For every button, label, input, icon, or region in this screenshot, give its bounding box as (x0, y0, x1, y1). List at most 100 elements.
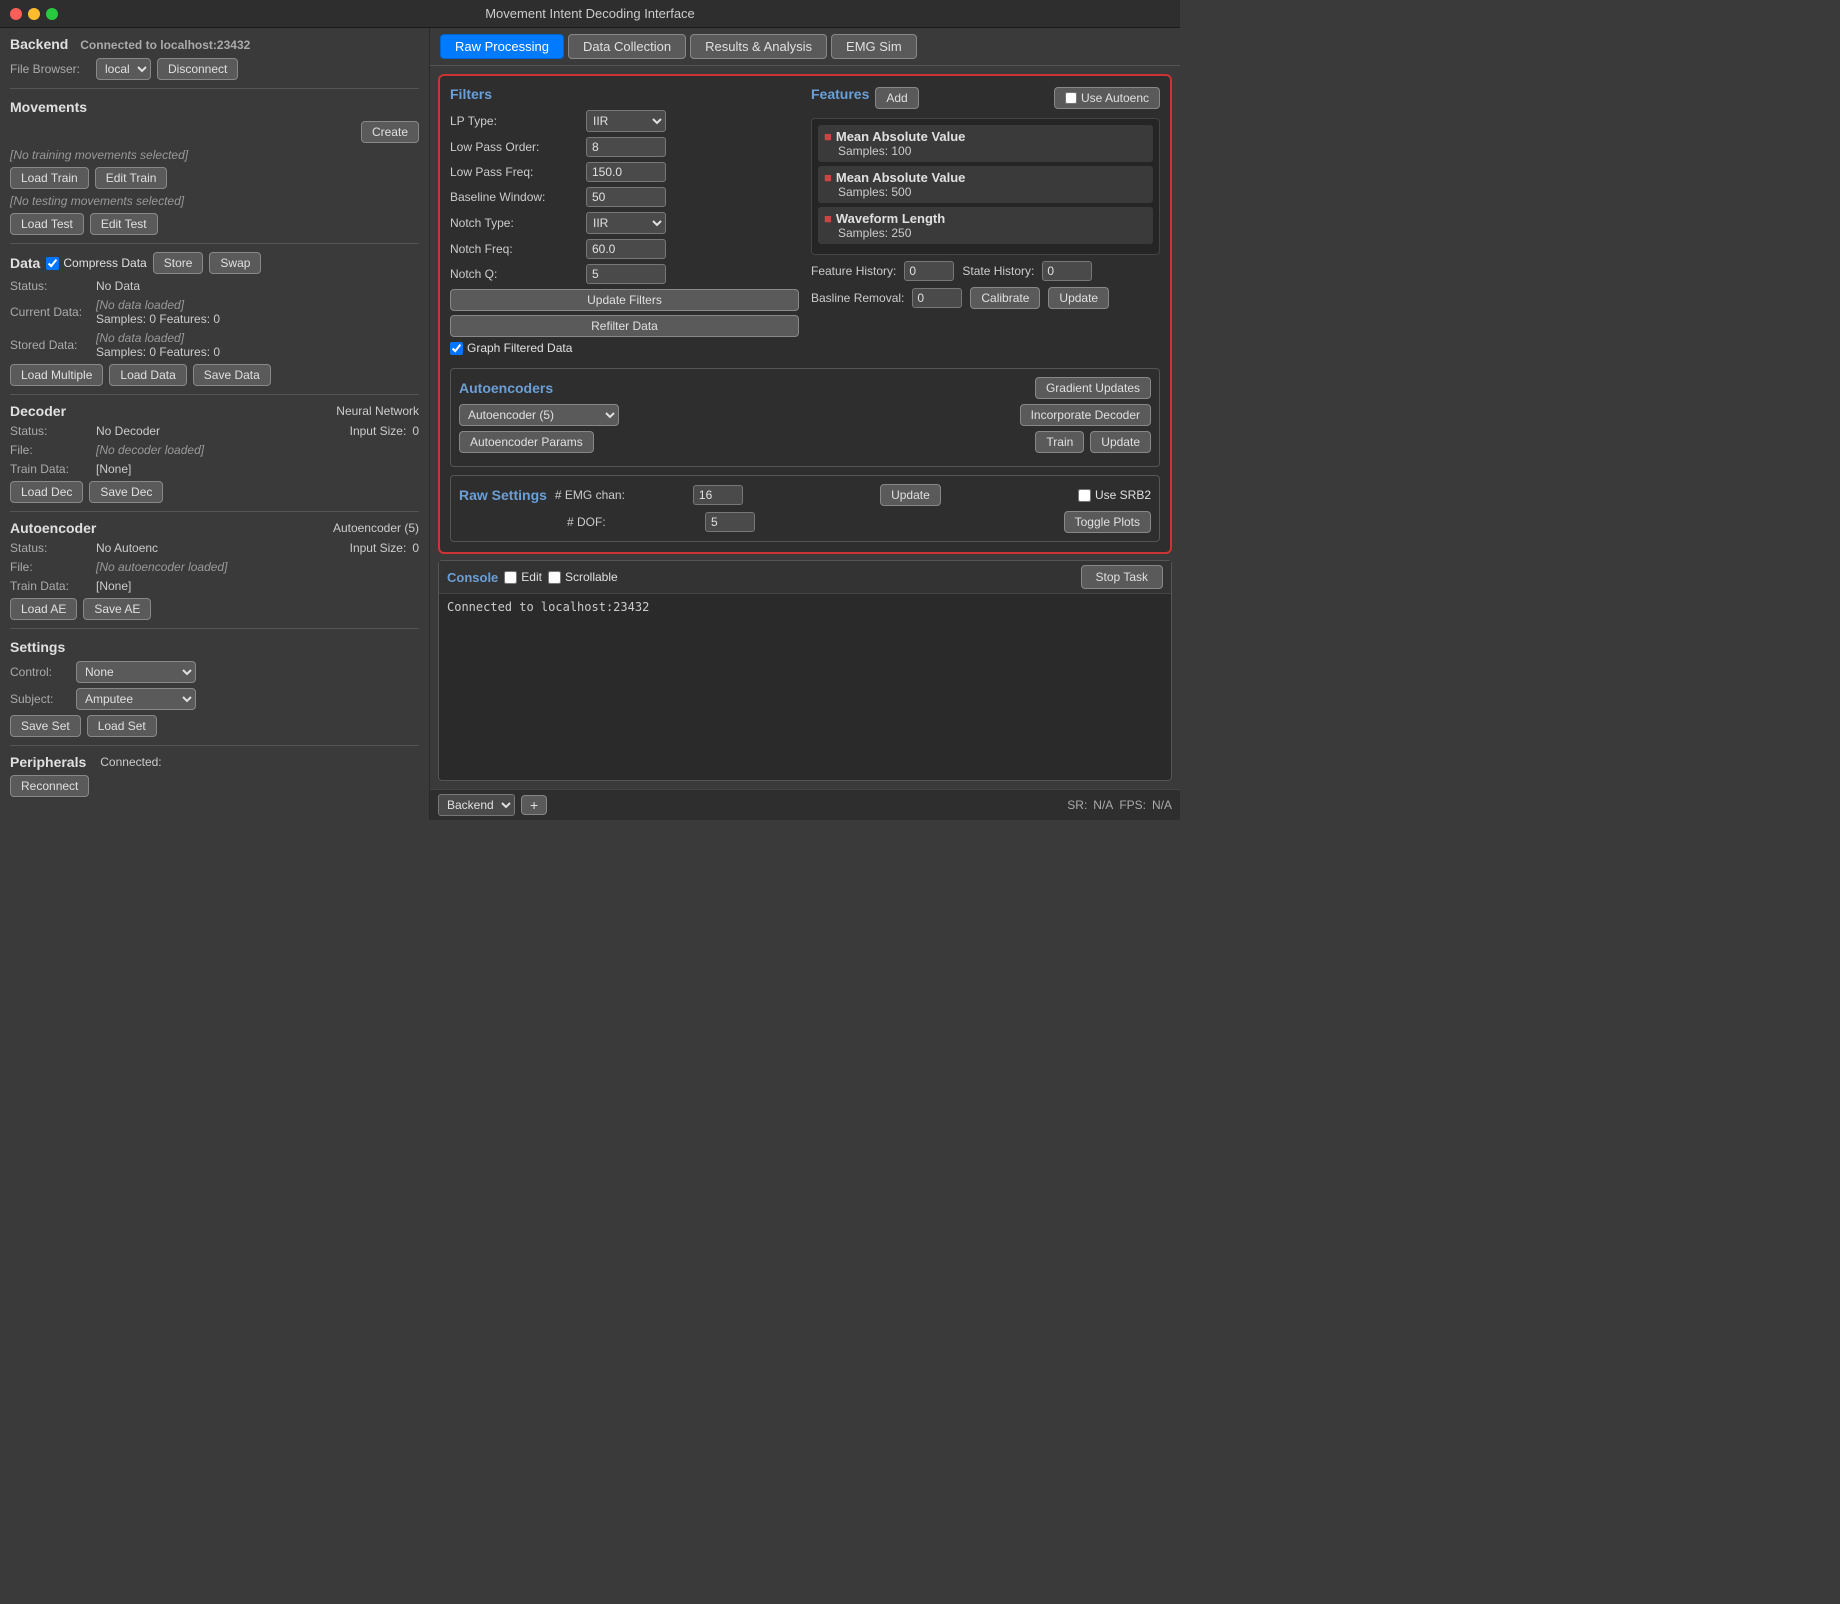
raw-update-button[interactable]: Update (880, 484, 941, 506)
minimize-button[interactable] (28, 8, 40, 20)
dof-input[interactable] (705, 512, 755, 532)
history-row: Feature History: State History: (811, 261, 1160, 281)
console-content: Connected to localhost:23432 (447, 600, 649, 614)
file-browser-select[interactable]: local (96, 58, 151, 80)
backend-status-select[interactable]: Backend (438, 794, 515, 816)
ae-update-button[interactable]: Update (1090, 431, 1151, 453)
autoencoders-section: Autoencoders Gradient Updates Autoencode… (450, 368, 1160, 467)
state-history-label: State History: (962, 264, 1034, 278)
save-ae-button[interactable]: Save AE (83, 598, 151, 620)
load-data-button[interactable]: Load Data (109, 364, 186, 386)
console-header: Console Edit Scrollable Stop Task (439, 561, 1171, 594)
edit-label[interactable]: Edit (504, 570, 542, 584)
lp-freq-label: Low Pass Freq: (450, 165, 580, 179)
save-data-button[interactable]: Save Data (193, 364, 271, 386)
ae-train-button[interactable]: Train (1035, 431, 1084, 453)
incorporate-decoder-button[interactable]: Incorporate Decoder (1020, 404, 1151, 426)
use-autoenc-checkbox[interactable] (1065, 92, 1077, 104)
save-set-button[interactable]: Save Set (10, 715, 81, 737)
add-feature-button[interactable]: Add (875, 87, 918, 109)
stop-task-button[interactable]: Stop Task (1081, 565, 1163, 589)
compress-data-checkbox[interactable] (46, 257, 59, 270)
close-button[interactable] (10, 8, 22, 20)
decoder-file-value: [No decoder loaded] (96, 443, 204, 457)
add-tab-button[interactable]: + (521, 795, 547, 815)
notch-q-input[interactable] (586, 264, 666, 284)
baseline-input[interactable] (586, 187, 666, 207)
edit-checkbox[interactable] (504, 571, 517, 584)
graph-filtered-label[interactable]: Graph Filtered Data (450, 341, 572, 355)
ae-select[interactable]: Autoencoder (5) (459, 404, 619, 426)
emg-chan-input[interactable] (693, 485, 743, 505)
sr-label: SR: (1067, 798, 1087, 812)
maximize-button[interactable] (46, 8, 58, 20)
lp-order-input[interactable] (586, 137, 666, 157)
edit-train-button[interactable]: Edit Train (95, 167, 168, 189)
backend-section-header: Backend Connected to localhost:23432 (10, 36, 419, 52)
feature-minus-1[interactable]: ■ (824, 129, 832, 144)
lp-type-select[interactable]: IIR (586, 110, 666, 132)
reconnect-button[interactable]: Reconnect (10, 775, 89, 797)
load-test-button[interactable]: Load Test (10, 213, 84, 235)
create-button[interactable]: Create (361, 121, 419, 143)
feature-minus-2[interactable]: ■ (824, 170, 832, 185)
load-multiple-button[interactable]: Load Multiple (10, 364, 103, 386)
store-button[interactable]: Store (153, 252, 204, 274)
swap-button[interactable]: Swap (209, 252, 261, 274)
graph-filtered-checkbox[interactable] (450, 342, 463, 355)
feature-name-2: Mean Absolute Value (836, 170, 966, 185)
feature-history-input[interactable] (904, 261, 954, 281)
ae-train-row: Train Data: [None] (10, 579, 419, 593)
calibrate-button[interactable]: Calibrate (970, 287, 1040, 309)
filters-features-row: Filters LP Type: IIR Low Pass Order: (450, 86, 1160, 360)
features-area: ■Mean Absolute Value Samples: 100 ■Mean … (811, 118, 1160, 255)
update-filters-button[interactable]: Update Filters (450, 289, 799, 311)
notch-type-label: Notch Type: (450, 216, 580, 230)
features-update-button[interactable]: Update (1048, 287, 1109, 309)
refilter-data-button[interactable]: Refilter Data (450, 315, 799, 337)
decoder-section-header: Decoder (10, 403, 66, 419)
use-srb2-checkbox[interactable] (1078, 489, 1091, 502)
lp-freq-row: Low Pass Freq: (450, 162, 799, 182)
notch-type-select[interactable]: IIR (586, 212, 666, 234)
data-load-row: Load Multiple Load Data Save Data (10, 364, 419, 386)
save-dec-button[interactable]: Save Dec (89, 481, 163, 503)
state-history-input[interactable] (1042, 261, 1092, 281)
tab-data-collection[interactable]: Data Collection (568, 34, 686, 59)
tab-raw-processing[interactable]: Raw Processing (440, 34, 564, 59)
load-ae-button[interactable]: Load AE (10, 598, 77, 620)
load-dec-button[interactable]: Load Dec (10, 481, 83, 503)
notch-freq-input[interactable] (586, 239, 666, 259)
decoder-status-value: No Decoder (96, 424, 160, 438)
stored-data-line1: [No data loaded] (96, 331, 220, 345)
subject-select[interactable]: Amputee (76, 688, 196, 710)
tab-emg-sim[interactable]: EMG Sim (831, 34, 917, 59)
settings-control-row: Control: None (10, 661, 419, 683)
raw-row-2: # DOF: Toggle Plots (459, 511, 1151, 533)
lp-type-label: LP Type: (450, 114, 580, 128)
ae-params-button[interactable]: Autoencoder Params (459, 431, 594, 453)
tab-results-analysis[interactable]: Results & Analysis (690, 34, 827, 59)
edit-test-button[interactable]: Edit Test (90, 213, 158, 235)
feature-minus-3[interactable]: ■ (824, 211, 832, 226)
features-header: Features Add Use Autoenc (811, 86, 1160, 110)
data-section-row: Data Compress Data Store Swap (10, 252, 419, 274)
scrollable-label[interactable]: Scrollable (548, 570, 618, 584)
baseline-removal-input[interactable] (912, 288, 962, 308)
use-srb2-label[interactable]: Use SRB2 (1078, 488, 1151, 502)
test-buttons-row: Load Test Edit Test (10, 213, 419, 235)
emg-chan-label: # EMG chan: (555, 488, 685, 502)
load-set-button[interactable]: Load Set (87, 715, 157, 737)
filters-title: Filters (450, 86, 799, 102)
compress-data-label[interactable]: Compress Data (46, 256, 146, 270)
gradient-updates-button[interactable]: Gradient Updates (1035, 377, 1151, 399)
console-title: Console (447, 570, 498, 585)
lp-freq-input[interactable] (586, 162, 666, 182)
current-data-line2: Samples: 0 Features: 0 (96, 312, 220, 326)
toggle-plots-button[interactable]: Toggle Plots (1064, 511, 1151, 533)
load-train-button[interactable]: Load Train (10, 167, 89, 189)
scrollable-checkbox[interactable] (548, 571, 561, 584)
disconnect-button[interactable]: Disconnect (157, 58, 238, 80)
control-select[interactable]: None (76, 661, 196, 683)
use-autoenc-button[interactable]: Use Autoenc (1054, 87, 1160, 109)
